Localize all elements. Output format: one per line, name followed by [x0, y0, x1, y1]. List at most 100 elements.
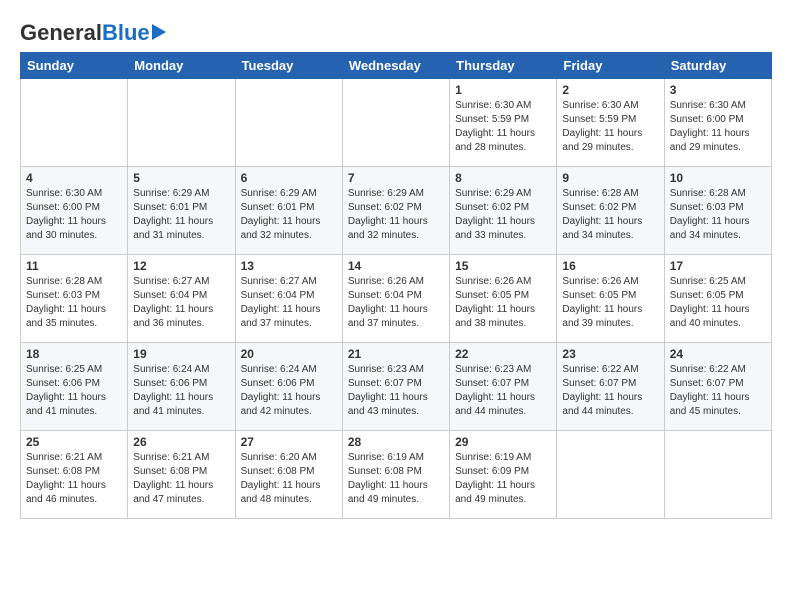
day-number: 16 — [562, 259, 658, 273]
calendar-cell: 19 Sunrise: 6:24 AM Sunset: 6:06 PM Dayli… — [128, 343, 235, 431]
day-number: 25 — [26, 435, 122, 449]
day-info: Sunrise: 6:30 AM Sunset: 5:59 PM Dayligh… — [455, 99, 551, 155]
day-number: 20 — [241, 347, 337, 361]
day-number: 8 — [455, 171, 551, 185]
calendar-cell — [128, 79, 235, 167]
calendar-cell: 13 Sunrise: 6:27 AM Sunset: 6:04 PM Dayli… — [235, 255, 342, 343]
calendar-cell: 22 Sunrise: 6:23 AM Sunset: 6:07 PM Dayli… — [450, 343, 557, 431]
day-number: 6 — [241, 171, 337, 185]
day-number: 5 — [133, 171, 229, 185]
day-info: Sunrise: 6:21 AM Sunset: 6:08 PM Dayligh… — [26, 451, 122, 507]
day-info: Sunrise: 6:23 AM Sunset: 6:07 PM Dayligh… — [455, 363, 551, 419]
logo-general: General — [20, 20, 102, 46]
calendar-cell — [342, 79, 449, 167]
day-number: 24 — [670, 347, 766, 361]
calendar-cell: 24 Sunrise: 6:22 AM Sunset: 6:07 PM Dayli… — [664, 343, 771, 431]
day-number: 1 — [455, 83, 551, 97]
calendar-cell: 27 Sunrise: 6:20 AM Sunset: 6:08 PM Dayli… — [235, 431, 342, 519]
day-number: 29 — [455, 435, 551, 449]
calendar-cell: 14Sunrise: 6:26 AM Sunset: 6:04 PM Dayli… — [342, 255, 449, 343]
calendar-cell — [557, 431, 664, 519]
day-info: Sunrise: 6:26 AM Sunset: 6:05 PM Dayligh… — [562, 275, 658, 331]
day-info: Sunrise: 6:25 AM Sunset: 6:06 PM Dayligh… — [26, 363, 122, 419]
calendar-table: SundayMondayTuesdayWednesdayThursdayFrid… — [20, 52, 772, 519]
col-header-friday: Friday — [557, 53, 664, 79]
day-number: 23 — [562, 347, 658, 361]
calendar-cell: 3 Sunrise: 6:30 AM Sunset: 6:00 PM Daylig… — [664, 79, 771, 167]
calendar-cell — [664, 431, 771, 519]
day-info: Sunrise: 6:30 AM Sunset: 6:00 PM Dayligh… — [26, 187, 122, 243]
day-number: 3 — [670, 83, 766, 97]
day-number: 12 — [133, 259, 229, 273]
calendar-cell: 6Sunrise: 6:29 AM Sunset: 6:01 PM Daylig… — [235, 167, 342, 255]
calendar-cell: 21 Sunrise: 6:23 AM Sunset: 6:07 PM Dayli… — [342, 343, 449, 431]
calendar-cell: 4 Sunrise: 6:30 AM Sunset: 6:00 PM Daylig… — [21, 167, 128, 255]
calendar-cell: 16 Sunrise: 6:26 AM Sunset: 6:05 PM Dayli… — [557, 255, 664, 343]
day-number: 27 — [241, 435, 337, 449]
calendar-cell — [235, 79, 342, 167]
calendar-cell: 17 Sunrise: 6:25 AM Sunset: 6:05 PM Dayli… — [664, 255, 771, 343]
day-number: 22 — [455, 347, 551, 361]
calendar-cell — [21, 79, 128, 167]
day-info: Sunrise: 6:30 AM Sunset: 6:00 PM Dayligh… — [670, 99, 766, 155]
col-header-sunday: Sunday — [21, 53, 128, 79]
day-info: Sunrise: 6:22 AM Sunset: 6:07 PM Dayligh… — [562, 363, 658, 419]
day-number: 10 — [670, 171, 766, 185]
col-header-monday: Monday — [128, 53, 235, 79]
calendar-cell: 20 Sunrise: 6:24 AM Sunset: 6:06 PM Dayli… — [235, 343, 342, 431]
day-info: Sunrise: 6:21 AM Sunset: 6:08 PM Dayligh… — [133, 451, 229, 507]
day-info: Sunrise: 6:29 AM Sunset: 6:01 PM Dayligh… — [133, 187, 229, 243]
calendar-cell: 28 Sunrise: 6:19 AM Sunset: 6:08 PM Dayli… — [342, 431, 449, 519]
calendar-cell: 26 Sunrise: 6:21 AM Sunset: 6:08 PM Dayli… — [128, 431, 235, 519]
calendar-cell: 11 Sunrise: 6:28 AM Sunset: 6:03 PM Dayli… — [21, 255, 128, 343]
day-info: Sunrise: 6:22 AM Sunset: 6:07 PM Dayligh… — [670, 363, 766, 419]
day-info: Sunrise: 6:27 AM Sunset: 6:04 PM Dayligh… — [133, 275, 229, 331]
day-info: Sunrise: 6:19 AM Sunset: 6:09 PM Dayligh… — [455, 451, 551, 507]
logo-arrow-icon — [152, 24, 166, 40]
calendar-cell: 23 Sunrise: 6:22 AM Sunset: 6:07 PM Dayli… — [557, 343, 664, 431]
calendar-cell: 18Sunrise: 6:25 AM Sunset: 6:06 PM Dayli… — [21, 343, 128, 431]
day-number: 4 — [26, 171, 122, 185]
calendar-cell: 8 Sunrise: 6:29 AM Sunset: 6:02 PM Daylig… — [450, 167, 557, 255]
day-info: Sunrise: 6:20 AM Sunset: 6:08 PM Dayligh… — [241, 451, 337, 507]
col-header-thursday: Thursday — [450, 53, 557, 79]
calendar-cell: 25 Sunrise: 6:21 AM Sunset: 6:08 PM Dayli… — [21, 431, 128, 519]
day-number: 7 — [348, 171, 444, 185]
day-info: Sunrise: 6:25 AM Sunset: 6:05 PM Dayligh… — [670, 275, 766, 331]
day-info: Sunrise: 6:29 AM Sunset: 6:02 PM Dayligh… — [348, 187, 444, 243]
col-header-tuesday: Tuesday — [235, 53, 342, 79]
day-info: Sunrise: 6:23 AM Sunset: 6:07 PM Dayligh… — [348, 363, 444, 419]
day-number: 19 — [133, 347, 229, 361]
day-info: Sunrise: 6:28 AM Sunset: 6:02 PM Dayligh… — [562, 187, 658, 243]
calendar-cell: 5 Sunrise: 6:29 AM Sunset: 6:01 PM Daylig… — [128, 167, 235, 255]
calendar-cell: 2Sunrise: 6:30 AM Sunset: 5:59 PM Daylig… — [557, 79, 664, 167]
calendar-cell: 12 Sunrise: 6:27 AM Sunset: 6:04 PM Dayli… — [128, 255, 235, 343]
calendar-cell: 7 Sunrise: 6:29 AM Sunset: 6:02 PM Daylig… — [342, 167, 449, 255]
day-number: 14 — [348, 259, 444, 273]
calendar-cell: 1 Sunrise: 6:30 AM Sunset: 5:59 PM Daylig… — [450, 79, 557, 167]
day-info: Sunrise: 6:27 AM Sunset: 6:04 PM Dayligh… — [241, 275, 337, 331]
calendar-cell: 15 Sunrise: 6:26 AM Sunset: 6:05 PM Dayli… — [450, 255, 557, 343]
day-number: 17 — [670, 259, 766, 273]
day-number: 28 — [348, 435, 444, 449]
header: General Blue — [20, 16, 772, 46]
day-info: Sunrise: 6:28 AM Sunset: 6:03 PM Dayligh… — [670, 187, 766, 243]
calendar-cell: 9Sunrise: 6:28 AM Sunset: 6:02 PM Daylig… — [557, 167, 664, 255]
logo-blue: Blue — [102, 20, 150, 46]
day-info: Sunrise: 6:29 AM Sunset: 6:02 PM Dayligh… — [455, 187, 551, 243]
day-info: Sunrise: 6:28 AM Sunset: 6:03 PM Dayligh… — [26, 275, 122, 331]
day-info: Sunrise: 6:30 AM Sunset: 5:59 PM Dayligh… — [562, 99, 658, 155]
day-number: 15 — [455, 259, 551, 273]
day-info: Sunrise: 6:19 AM Sunset: 6:08 PM Dayligh… — [348, 451, 444, 507]
day-info: Sunrise: 6:24 AM Sunset: 6:06 PM Dayligh… — [133, 363, 229, 419]
day-number: 13 — [241, 259, 337, 273]
day-number: 21 — [348, 347, 444, 361]
col-header-saturday: Saturday — [664, 53, 771, 79]
logo: General Blue — [20, 20, 166, 46]
day-number: 11 — [26, 259, 122, 273]
calendar-cell: 10 Sunrise: 6:28 AM Sunset: 6:03 PM Dayli… — [664, 167, 771, 255]
calendar-cell: 29 Sunrise: 6:19 AM Sunset: 6:09 PM Dayli… — [450, 431, 557, 519]
day-number: 26 — [133, 435, 229, 449]
day-info: Sunrise: 6:26 AM Sunset: 6:05 PM Dayligh… — [455, 275, 551, 331]
day-info: Sunrise: 6:24 AM Sunset: 6:06 PM Dayligh… — [241, 363, 337, 419]
